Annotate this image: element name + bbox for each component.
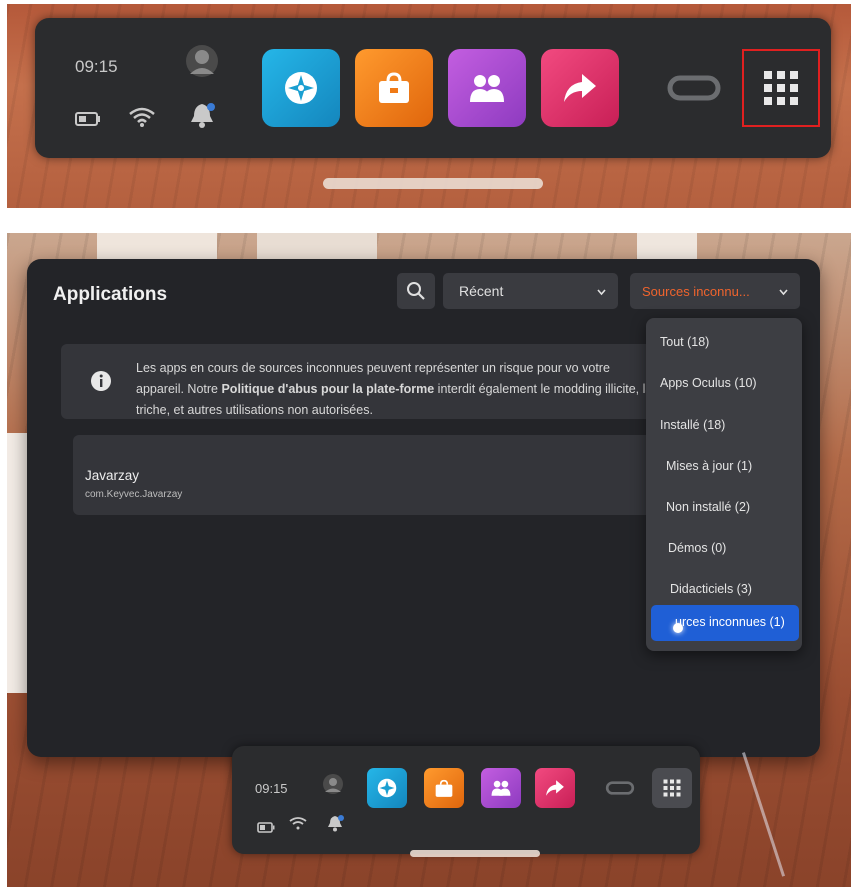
wifi-icon xyxy=(128,106,156,133)
wifi-icon xyxy=(289,816,307,835)
app-library-icon xyxy=(761,68,801,108)
share-icon xyxy=(562,72,598,104)
oculus-home-button[interactable] xyxy=(600,768,640,808)
clock: 09:15 xyxy=(255,781,288,796)
menu-item-installed[interactable]: Installé (18) xyxy=(660,418,725,432)
oculus-home-button[interactable] xyxy=(655,49,733,127)
warning-message: Les apps en cours de sources inconnues p… xyxy=(136,358,656,421)
notifications-bell-icon[interactable] xyxy=(325,813,345,838)
store-button[interactable] xyxy=(424,768,464,808)
menu-item-oculus-apps[interactable]: Apps Oculus (10) xyxy=(660,376,757,390)
menu-item-unknown-sources[interactable]: urces inconnues (1) xyxy=(651,605,799,641)
dock-drag-handle[interactable] xyxy=(410,850,540,857)
universal-menu-dock: 09:15 xyxy=(35,18,831,158)
oculus-icon xyxy=(605,780,635,796)
menu-item-not-installed[interactable]: Non installé (2) xyxy=(666,500,750,514)
avatar[interactable] xyxy=(185,44,219,83)
platform-policy-link[interactable]: Politique d'abus pour la plate-forme xyxy=(221,382,434,396)
share-icon xyxy=(545,779,565,797)
app-list-item[interactable]: Javarzay com.Keyvec.Javarzay xyxy=(73,435,653,515)
search-icon xyxy=(406,281,426,304)
notifications-bell-icon[interactable] xyxy=(187,100,217,135)
filter-select-value: Sources inconnu... xyxy=(642,284,750,299)
cursor-pointer-icon xyxy=(673,623,683,633)
sort-select-value: Récent xyxy=(459,283,504,299)
chevron-down-icon xyxy=(597,284,606,296)
battery-icon xyxy=(75,112,101,131)
share-button[interactable] xyxy=(535,768,575,808)
store-icon xyxy=(434,779,454,798)
explore-button[interactable] xyxy=(262,49,340,127)
explore-icon xyxy=(282,69,320,107)
avatar[interactable] xyxy=(322,773,344,800)
sort-select[interactable]: Récent xyxy=(443,273,618,309)
people-button[interactable] xyxy=(448,49,526,127)
oculus-icon xyxy=(666,73,722,103)
menu-item-updates[interactable]: Mises à jour (1) xyxy=(666,459,752,473)
applications-window: Applications Récent Sources inconnu... L… xyxy=(27,259,820,757)
store-button[interactable] xyxy=(355,49,433,127)
chevron-down-icon xyxy=(779,284,788,296)
menu-item-all[interactable]: Tout (18) xyxy=(660,335,709,349)
clock: 09:15 xyxy=(75,57,118,76)
unknown-sources-warning-banner: Les apps en cours de sources inconnues p… xyxy=(61,344,661,419)
app-name: Javarzay xyxy=(85,468,140,483)
top-screenshot-panel: 09:15 xyxy=(7,4,851,208)
menu-item-demos[interactable]: Démos (0) xyxy=(668,541,726,555)
filter-select[interactable]: Sources inconnu... xyxy=(630,273,800,309)
people-button[interactable] xyxy=(481,768,521,808)
page-title: Applications xyxy=(53,284,168,305)
search-button[interactable] xyxy=(397,273,435,309)
app-package-name: com.Keyvec.Javarzay xyxy=(85,489,183,500)
app-library-icon xyxy=(662,778,682,798)
info-icon xyxy=(90,370,112,397)
dock-drag-handle[interactable] xyxy=(323,178,543,189)
universal-menu-dock: 09:15 xyxy=(232,746,700,854)
filter-dropdown-menu: Tout (18) Apps Oculus (10) Installé (18)… xyxy=(646,318,802,651)
store-icon xyxy=(376,71,412,105)
controller-pointer-ray xyxy=(742,752,786,877)
share-button[interactable] xyxy=(541,49,619,127)
menu-item-tutorials[interactable]: Didacticiels (3) xyxy=(670,582,752,596)
app-library-button[interactable] xyxy=(652,768,692,808)
explore-button[interactable] xyxy=(367,768,407,808)
people-icon xyxy=(491,779,511,797)
people-icon xyxy=(469,72,505,104)
app-library-button[interactable] xyxy=(742,49,820,127)
menu-item-label: urces inconnues (1) xyxy=(675,615,785,629)
battery-icon xyxy=(257,820,275,838)
bottom-screenshot-panel: Applications Récent Sources inconnu... L… xyxy=(7,233,851,887)
explore-icon xyxy=(376,777,398,799)
